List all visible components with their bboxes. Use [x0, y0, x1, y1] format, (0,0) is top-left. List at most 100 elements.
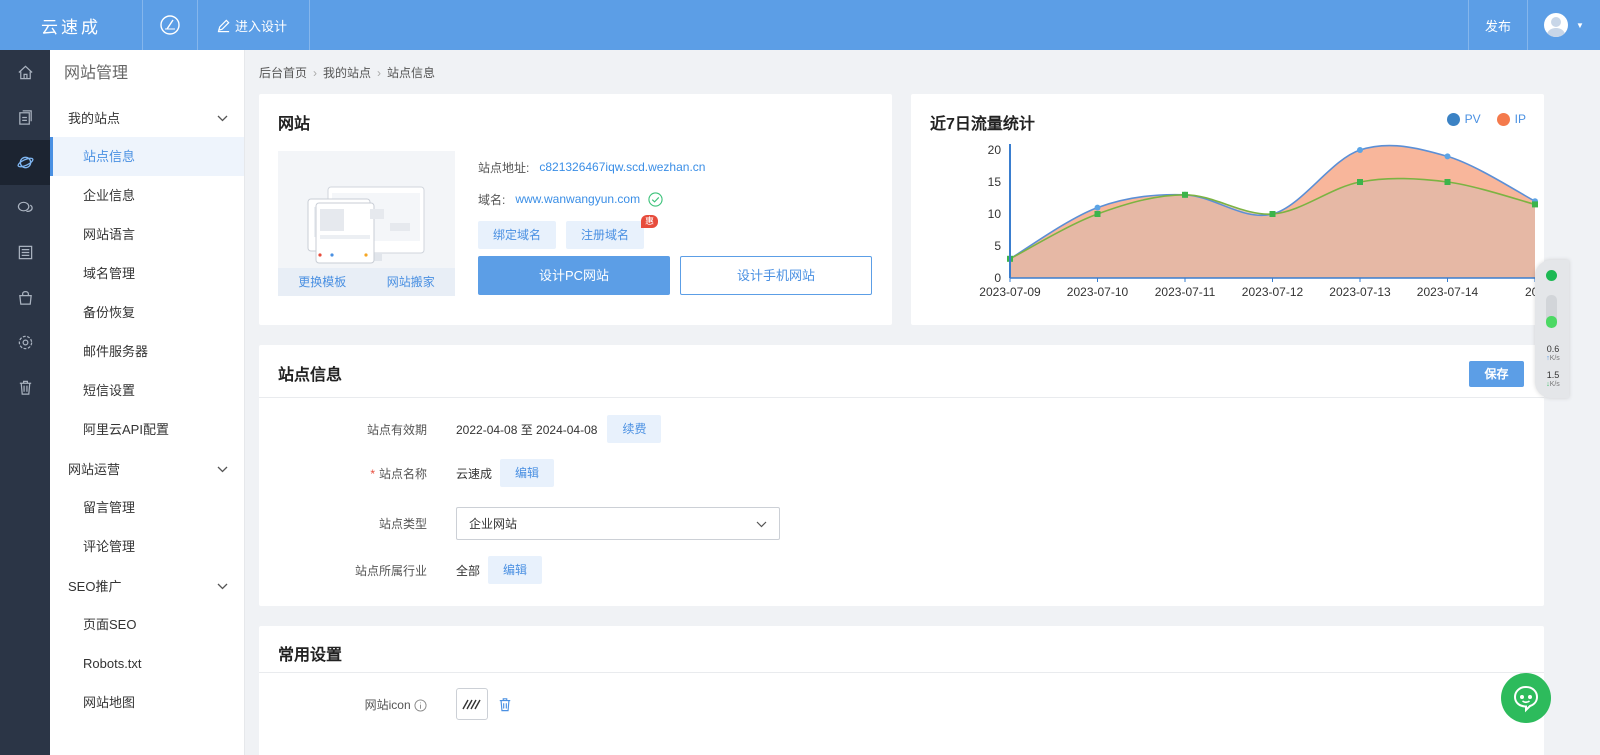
y-tick-label: 0	[994, 271, 1001, 285]
website-card: 网站 更换模板 网站搬家 站点地址: c821326467iqw.scd.wez…	[259, 94, 892, 325]
upload-speed: 0.6 ↑K/s	[1539, 344, 1567, 364]
industry-row: 站点所属行业 全部 编辑	[259, 556, 1544, 584]
menu-item-company-info[interactable]: 企业信息	[50, 176, 244, 215]
common-settings-header: 常用设置	[259, 626, 1544, 673]
menu-item-page-seo[interactable]: 页面SEO	[50, 605, 244, 644]
website-card-title: 网站	[278, 116, 311, 133]
traffic-card: 近7日流量统计 PV IP 0 5 10 15 20 2023-07-09 2023-07-…	[911, 94, 1544, 325]
required-mark: *	[370, 466, 375, 481]
chat-icon[interactable]	[0, 185, 50, 230]
speed-widget[interactable]: 0.6 ↑K/s 1.5 ↓K/s	[1535, 260, 1569, 398]
domain-link[interactable]: www.wanwangyun.com	[515, 192, 640, 206]
common-settings-card: 常用设置 网站icon	[259, 626, 1544, 755]
chevron-right-icon: ›	[313, 65, 318, 80]
x-tick-label: 2023-07-11	[1155, 285, 1216, 299]
pages-icon[interactable]	[0, 95, 50, 140]
site-info-title: 站点信息	[278, 367, 343, 384]
chevron-down-icon	[756, 517, 767, 531]
site-icon-label: 网站icon	[364, 697, 411, 712]
template-actions: 更换模板 网站搬家	[278, 268, 455, 296]
design-pc-button[interactable]: 设计PC网站	[478, 256, 670, 295]
home-icon[interactable]	[0, 50, 50, 95]
site-info-card: 站点信息 保存 站点有效期 2022-04-08 至 2024-04-08 续费…	[259, 345, 1544, 606]
menu-group-my-sites[interactable]: 我的站点	[50, 98, 244, 137]
data-point-pv	[1094, 204, 1101, 211]
change-template-link[interactable]: 更换模板	[278, 268, 367, 296]
menu-item-messages[interactable]: 留言管理	[50, 488, 244, 527]
enter-design-button[interactable]: 进入设计	[198, 0, 311, 50]
menu-item-site-info[interactable]: 站点信息	[50, 137, 244, 176]
series-area-ip	[1010, 178, 1535, 278]
menu-item-mail-server[interactable]: 邮件服务器	[50, 332, 244, 371]
publish-button[interactable]: 发布	[1468, 0, 1528, 50]
y-tick-label: 10	[988, 207, 1002, 221]
edit-industry-button[interactable]: 编辑	[488, 556, 543, 584]
list-icon[interactable]	[0, 230, 50, 275]
logo[interactable]: 云速成	[0, 0, 143, 50]
download-speed: 1.5 ↓K/s	[1539, 370, 1567, 390]
template-thumbnail: 更换模板 网站搬家	[278, 151, 455, 296]
site-icon-row: 网站icon	[259, 687, 1544, 721]
site-type-select[interactable]: 企业网站	[456, 507, 780, 540]
domain-actions: 绑定域名 注册域名 惠	[478, 215, 705, 255]
menu-item-language[interactable]: 网站语言	[50, 215, 244, 254]
domain-label: 域名:	[478, 192, 506, 207]
menu-item-aliyun-api[interactable]: 阿里云API配置	[50, 410, 244, 449]
x-tick-label: 2023-07-14	[1417, 285, 1479, 299]
site-icon-preview[interactable]	[456, 688, 488, 720]
memory-gauge	[1546, 295, 1557, 328]
enter-design-label: 进入设计	[235, 18, 288, 34]
menu-item-backup[interactable]: 备份恢复	[50, 293, 244, 332]
trash-icon[interactable]	[0, 365, 50, 410]
planet-icon[interactable]	[0, 140, 50, 185]
site-name-label-wrap: * 站点名称	[259, 465, 427, 482]
design-mobile-button[interactable]: 设计手机网站	[680, 256, 872, 295]
menu-group-label: 网站运营	[68, 462, 121, 477]
edit-icon	[217, 18, 230, 32]
migrate-site-link[interactable]: 网站搬家	[367, 268, 456, 296]
side-menu: 网站管理 我的站点 站点信息 企业信息 网站语言 域名管理 备份恢复 邮件服务器…	[50, 50, 245, 755]
breadcrumb-home[interactable]: 后台首页	[259, 64, 307, 81]
delete-icon[interactable]	[498, 697, 512, 712]
chat-bubble-icon	[1513, 685, 1539, 713]
validity-row: 站点有效期 2022-04-08 至 2024-04-08 续费	[259, 415, 1544, 443]
verified-check-icon	[648, 191, 663, 207]
gear-icon[interactable]	[0, 320, 50, 365]
data-point-ip	[1444, 179, 1451, 185]
register-domain-button[interactable]: 注册域名 惠	[566, 215, 659, 249]
y-tick-label: 20	[988, 143, 1002, 157]
menu-item-domain[interactable]: 域名管理	[50, 254, 244, 293]
data-point-pv	[1357, 147, 1363, 153]
dashboard-icon[interactable]	[143, 0, 198, 50]
user-menu[interactable]: ▼	[1528, 0, 1600, 50]
template-preview-image	[307, 186, 425, 264]
save-button[interactable]: 保存	[1469, 361, 1524, 387]
edit-name-button[interactable]: 编辑	[500, 459, 555, 487]
site-name-row: * 站点名称 云速成 编辑	[259, 459, 1544, 487]
renew-button[interactable]: 续费	[607, 415, 662, 443]
traffic-chart: 0 5 10 15 20 2023-07-09 2023-07-10 2023-07-11 20…	[979, 143, 1544, 299]
chevron-right-icon: ›	[377, 65, 382, 80]
menu-item-sms[interactable]: 短信设置	[50, 371, 244, 410]
common-settings-title: 常用设置	[278, 647, 343, 664]
menu-item-sitemap[interactable]: 网站地图	[50, 683, 244, 722]
info-icon[interactable]	[414, 699, 427, 712]
x-tick-label: 2023-07-09	[979, 285, 1041, 299]
domain-row: 域名: www.wanwangyun.com	[478, 183, 705, 215]
y-tick-label: 5	[994, 239, 1001, 253]
bind-domain-button[interactable]: 绑定域名	[478, 221, 557, 249]
upload-speed-value: 0.6	[1546, 344, 1560, 354]
download-unit: K/s	[1549, 381, 1560, 388]
menu-group-seo[interactable]: SEO推广	[50, 566, 244, 605]
bag-icon[interactable]	[0, 275, 50, 320]
menu-item-comments[interactable]: 评论管理	[50, 527, 244, 566]
customer-service-button[interactable]	[1501, 673, 1551, 723]
menu-item-robots[interactable]: Robots.txt	[50, 644, 244, 683]
breadcrumb-my-sites[interactable]: 我的站点	[323, 64, 371, 81]
menu-group-operation[interactable]: 网站运营	[50, 449, 244, 488]
site-info-header: 站点信息 保存	[259, 345, 1544, 398]
validity-value: 2022-04-08 至 2024-04-08	[456, 422, 598, 437]
site-address-link[interactable]: c821326467iqw.scd.wezhan.cn	[539, 160, 705, 174]
site-type-row: 站点类型 企业网站	[259, 507, 1544, 540]
site-address-label: 站点地址:	[478, 160, 530, 175]
